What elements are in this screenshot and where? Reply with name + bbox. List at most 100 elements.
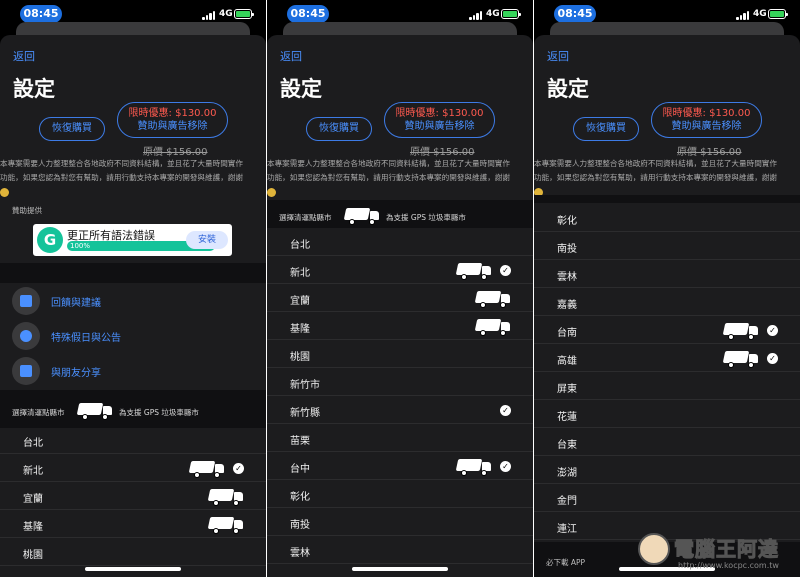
grammarly-logo-icon: G — [37, 227, 63, 253]
check-icon: ✓ — [767, 353, 778, 364]
garbage-truck-icon — [207, 515, 243, 534]
promo-label: 贊助與廣告移除 — [671, 121, 742, 132]
network-type: 4G — [486, 9, 500, 19]
city-name: 雲林 — [290, 548, 310, 559]
city-row[interactable]: 新北 ✓ — [0, 454, 266, 482]
description-line-2: 功能，如果您認為對您有幫助，請用行動支持本專案的開發與維護，謝謝 — [267, 173, 510, 182]
back-button[interactable]: 返回 — [280, 48, 302, 64]
menu-item-feedback[interactable]: 回饋與建議 — [0, 284, 266, 318]
city-row[interactable]: 宜蘭 — [0, 482, 266, 510]
city-row[interactable]: 雲林 — [267, 536, 533, 564]
city-list-header: 選擇清運點縣市 為支援 GPS 垃圾車縣市 — [0, 400, 266, 420]
back-button[interactable]: 返回 — [547, 48, 569, 64]
promo-label: 贊助與廣告移除 — [404, 121, 475, 132]
city-name: 金門 — [557, 496, 577, 507]
city-row[interactable]: 花蓮 — [534, 400, 800, 428]
city-row[interactable]: 台東 — [534, 428, 800, 456]
check-icon: ✓ — [500, 405, 511, 416]
select-city-label: 選擇清運點縣市 — [12, 408, 65, 417]
city-row[interactable]: 台中 ✓ — [267, 452, 533, 480]
promo-purchase-button[interactable]: 限時優惠: $130.00 贊助與廣告移除 — [651, 102, 762, 138]
home-indicator — [85, 567, 181, 571]
battery-icon — [768, 9, 788, 19]
check-icon: ✓ — [500, 461, 511, 472]
garbage-truck-icon — [722, 349, 758, 368]
city-row[interactable]: 彰化 — [267, 480, 533, 508]
city-row[interactable]: 屏東 — [534, 372, 800, 400]
city-name: 花蓮 — [557, 412, 577, 423]
restore-purchase-button[interactable]: 恢復購買 — [39, 117, 105, 141]
city-row[interactable]: 新北 ✓ — [267, 256, 533, 284]
city-row[interactable]: 彰化 — [534, 204, 800, 232]
city-row[interactable]: 新竹縣 ✓ — [267, 396, 533, 424]
city-row[interactable]: 新竹市 — [267, 368, 533, 396]
city-name: 台南 — [557, 328, 577, 339]
original-price: 原價 $156.00 — [143, 147, 208, 158]
city-row[interactable]: 宜蘭 — [267, 284, 533, 312]
home-indicator — [352, 567, 448, 571]
watermark-url: http://www.kocpc.com.tw — [678, 561, 779, 570]
city-row[interactable]: 苗栗 — [267, 424, 533, 452]
check-icon: ✓ — [767, 325, 778, 336]
original-price: 原價 $156.00 — [410, 147, 475, 158]
promo-price: 限時優惠: $130.00 — [128, 108, 217, 119]
city-name: 新北 — [23, 466, 43, 477]
description-line-1: 本專案需要人力整理整合各地政府不同資料結構，並且花了大量時間實作 — [0, 159, 243, 168]
restore-purchase-button[interactable]: 恢復購買 — [573, 117, 639, 141]
menu-label: 回饋與建議 — [51, 298, 101, 309]
city-row[interactable]: 嘉義 — [534, 288, 800, 316]
city-row[interactable]: 桃園 — [267, 340, 533, 368]
gps-legend-label: 為支援 GPS 垃圾車縣市 — [119, 408, 199, 417]
city-name: 宜蘭 — [23, 494, 43, 505]
network-type: 4G — [219, 9, 233, 19]
city-name: 澎湖 — [557, 468, 577, 479]
city-row[interactable]: 台北 — [267, 228, 533, 256]
garbage-truck-icon — [455, 261, 491, 280]
project-description: 本專案需要人力整理整合各地政府不同資料結構，並且花了大量時間實作 功能，如果您認… — [0, 157, 266, 199]
must-download-label: 必下載 APP — [546, 558, 586, 567]
city-row[interactable]: 高雄 ✓ — [534, 344, 800, 372]
check-icon: ✓ — [500, 265, 511, 276]
city-name: 彰化 — [290, 492, 310, 503]
section-separator — [534, 195, 800, 203]
city-list-header: 選擇清運點縣市 為支援 GPS 垃圾車縣市 — [267, 205, 533, 225]
city-row[interactable]: 雲林 — [534, 260, 800, 288]
city-name: 桃園 — [23, 550, 43, 561]
menu-item-holiday[interactable]: 特殊假日與公告 — [0, 319, 266, 353]
restore-purchase-button[interactable]: 恢復購買 — [306, 117, 372, 141]
city-row[interactable]: 桃園 — [0, 538, 266, 566]
watermark-logo: 電腦王阿達 http://www.kocpc.com.tw — [638, 531, 798, 575]
description-line-2: 功能，如果您認為對您有幫助，請用行動支持本專案的開發與維護，謝謝 — [534, 173, 777, 182]
back-button[interactable]: 返回 — [13, 48, 35, 64]
promo-purchase-button[interactable]: 限時優惠: $130.00 贊助與廣告移除 — [384, 102, 495, 138]
signal-icon — [202, 10, 216, 20]
smile-emoji-icon — [267, 187, 276, 197]
ad-install-button[interactable]: 安裝 — [186, 231, 228, 249]
city-name: 雲林 — [557, 272, 577, 283]
garbage-truck-icon — [188, 459, 224, 478]
city-row[interactable]: 台北 — [0, 426, 266, 454]
project-description: 本專案需要人力整理整合各地政府不同資料結構，並且花了大量時間實作 功能，如果您認… — [534, 157, 800, 199]
city-name: 台東 — [557, 440, 577, 451]
description-line-2: 功能，如果您認為對您有幫助，請用行動支持本專案的開發與維護，謝謝 — [0, 173, 243, 182]
status-time: 08:45 — [20, 5, 62, 23]
garbage-truck-icon — [722, 321, 758, 340]
city-row[interactable]: 基隆 — [267, 312, 533, 340]
menu-item-share[interactable]: 與朋友分享 — [0, 354, 266, 388]
city-row[interactable]: 金門 — [534, 484, 800, 512]
city-name: 新竹市 — [290, 380, 320, 391]
city-row[interactable]: 台南 ✓ — [534, 316, 800, 344]
city-row[interactable]: 基隆 — [0, 510, 266, 538]
promo-purchase-button[interactable]: 限時優惠: $130.00 贊助與廣告移除 — [117, 102, 228, 138]
garbage-truck-icon — [207, 487, 243, 506]
city-name: 台北 — [23, 438, 43, 449]
city-row[interactable]: 南投 — [534, 232, 800, 260]
description-line-1: 本專案需要人力整理整合各地政府不同資料結構，並且花了大量時間實作 — [267, 159, 510, 168]
select-city-label: 選擇清運點縣市 — [279, 213, 332, 222]
city-row[interactable]: 南投 — [267, 508, 533, 536]
city-name: 嘉義 — [557, 300, 577, 311]
city-name: 新北 — [290, 268, 310, 279]
phone-screen-3: 08:45 4G 返回 設定 恢復購買 限時優惠: $130.00 贊助與廣告移… — [534, 0, 800, 577]
sponsor-ad[interactable]: G 更正所有語法錯誤 100% 安裝 — [33, 224, 232, 256]
city-row[interactable]: 澎湖 — [534, 456, 800, 484]
